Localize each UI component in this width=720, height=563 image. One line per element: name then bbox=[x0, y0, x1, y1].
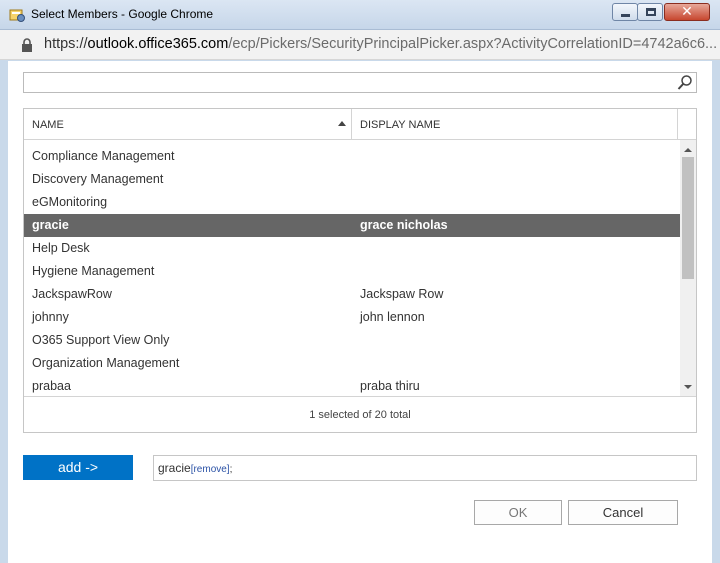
sort-ascending-icon bbox=[338, 121, 346, 126]
cell-display-name: grace nicholas bbox=[360, 218, 448, 232]
cancel-button[interactable]: Cancel bbox=[568, 500, 678, 525]
column-header-name-label: NAME bbox=[32, 119, 64, 131]
table-row[interactable]: Organization Management bbox=[24, 352, 680, 375]
column-header-name[interactable]: NAME bbox=[24, 109, 352, 139]
cell-name: prabaa bbox=[32, 379, 71, 393]
cell-name: Help Desk bbox=[32, 241, 90, 255]
cell-name: eGMonitoring bbox=[32, 195, 108, 209]
table-row[interactable]: O365 Support View Only bbox=[24, 329, 680, 352]
minimize-button[interactable] bbox=[612, 3, 638, 21]
scroll-down-icon[interactable] bbox=[684, 385, 692, 389]
remove-link[interactable]: [remove] bbox=[191, 464, 230, 475]
app-icon bbox=[9, 9, 25, 22]
selection-status: 1 selected of 20 total bbox=[309, 409, 411, 421]
grid-header: NAME DISPLAY NAME bbox=[24, 109, 696, 140]
url-path: /ecp/Pickers/SecurityPrincipalPicker.asp… bbox=[228, 36, 718, 52]
ok-button[interactable]: OK bbox=[474, 500, 562, 525]
cell-name: gracie bbox=[32, 218, 69, 232]
minimize-icon bbox=[621, 14, 630, 17]
cell-display-name: praba thiru bbox=[360, 379, 420, 393]
address-bar[interactable]: https://outlook.office365.com/ecp/Picker… bbox=[0, 30, 720, 60]
search-input[interactable] bbox=[26, 74, 674, 91]
maximize-icon bbox=[646, 8, 656, 16]
table-row[interactable]: JackspawRow Jackspaw Row bbox=[24, 283, 680, 306]
column-header-display-name-label: DISPLAY NAME bbox=[360, 119, 441, 131]
selected-members-field[interactable]: gracie[remove]; bbox=[153, 455, 697, 481]
cell-name: O365 Support View Only bbox=[32, 333, 170, 347]
table-row[interactable]: eGMonitoring bbox=[24, 191, 680, 214]
scroll-up-icon[interactable] bbox=[684, 148, 692, 152]
lock-icon bbox=[22, 38, 32, 52]
scrollbar-thumb[interactable] bbox=[682, 157, 694, 279]
table-row[interactable]: Discovery Management bbox=[24, 168, 680, 191]
selected-member-name: gracie bbox=[158, 461, 191, 475]
grid-body: Compliance Management Discovery Manageme… bbox=[24, 140, 680, 396]
cell-name: Discovery Management bbox=[32, 172, 164, 186]
grid-footer: 1 selected of 20 total bbox=[24, 396, 696, 432]
cell-name: Hygiene Management bbox=[32, 264, 155, 278]
cell-name: Compliance Management bbox=[32, 149, 175, 163]
cell-name: JackspawRow bbox=[32, 287, 112, 301]
close-icon: ✕ bbox=[681, 3, 693, 19]
url-prefix: https:// bbox=[44, 36, 88, 52]
search-field[interactable] bbox=[23, 72, 697, 93]
table-row[interactable]: Help Desk bbox=[24, 237, 680, 260]
selected-separator: ; bbox=[229, 464, 233, 475]
cell-name: johnny bbox=[32, 310, 69, 324]
maximize-button[interactable] bbox=[637, 3, 663, 21]
url-host: outlook.office365.com bbox=[87, 36, 229, 52]
picker-page: NAME DISPLAY NAME Compliance Management … bbox=[8, 61, 712, 563]
window-title: Select Members - Google Chrome bbox=[31, 7, 214, 21]
search-icon[interactable] bbox=[677, 74, 693, 91]
cell-name: Organization Management bbox=[32, 356, 180, 370]
window-titlebar: Select Members - Google Chrome ✕ bbox=[0, 0, 720, 30]
url-text: https://outlook.office365.com/ecp/Picker… bbox=[44, 36, 717, 52]
cell-display-name: Jackspaw Row bbox=[360, 287, 444, 301]
table-row-selected[interactable]: gracie grace nicholas bbox=[24, 214, 680, 237]
cell-display-name: john lennon bbox=[360, 310, 425, 324]
close-button[interactable]: ✕ bbox=[664, 3, 710, 21]
members-grid: NAME DISPLAY NAME Compliance Management … bbox=[23, 108, 697, 433]
add-button[interactable]: add -> bbox=[23, 455, 133, 480]
table-row[interactable]: Hygiene Management bbox=[24, 260, 680, 283]
table-row[interactable]: prabaa praba thiru bbox=[24, 375, 680, 396]
vertical-scrollbar[interactable] bbox=[680, 140, 696, 396]
table-row[interactable]: Compliance Management bbox=[24, 145, 680, 168]
table-row[interactable]: johnny john lennon bbox=[24, 306, 680, 329]
column-header-display-name[interactable]: DISPLAY NAME bbox=[352, 109, 678, 139]
